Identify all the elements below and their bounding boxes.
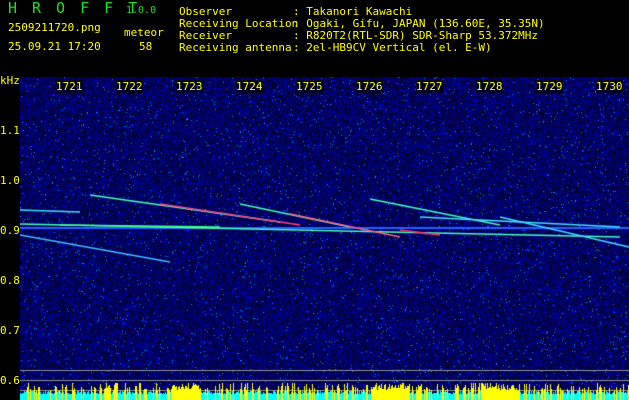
info-observer-label: Observer <box>179 5 232 18</box>
info-location-label: Receiving Location <box>179 17 299 30</box>
app-version: 1.0.0 <box>126 5 157 16</box>
x-tick-label: 1730 <box>596 80 623 93</box>
file-datetime: 25.09.21 17:20 <box>8 40 101 53</box>
x-tick-label: 1729 <box>536 80 563 93</box>
y-tick-label: 0.9 <box>0 224 20 237</box>
info-location-value: : Ogaki, Gifu, JAPAN (136.60E, 35.35N) <box>293 17 545 30</box>
x-tick-label: 1724 <box>236 80 263 93</box>
x-tick-label: 1728 <box>476 80 503 93</box>
y-tick-label: 0.7 <box>0 324 20 337</box>
file-name: 2509211720.png <box>8 21 101 34</box>
spectrogram <box>20 77 629 400</box>
y-tick-label: 1.1 <box>0 124 20 137</box>
x-tick-label: 1727 <box>416 80 443 93</box>
y-tick-label: 0.8 <box>0 274 20 287</box>
info-receiver-label: Receiver <box>179 29 232 42</box>
info-antenna-label: Receiving antenna <box>179 41 292 54</box>
info-receiver-value: : R820T2(RTL-SDR) SDR-Sharp 53.372MHz <box>293 29 539 42</box>
info-antenna-value: : 2el-HB9CV Vertical (el. E-W) <box>293 41 492 54</box>
x-tick-label: 1723 <box>176 80 203 93</box>
y-tick-label: 1.0 <box>0 174 20 187</box>
x-tick-label: 1722 <box>116 80 143 93</box>
y-tick-label: 0.6 <box>0 374 20 387</box>
x-tick-label: 1726 <box>356 80 383 93</box>
info-observer-value: : Takanori Kawachi <box>293 5 413 18</box>
meteor-count: 58 <box>139 40 153 53</box>
meteor-label: meteor <box>124 26 164 39</box>
x-tick-label: 1721 <box>56 80 83 93</box>
y-unit-label: kHz <box>0 74 20 87</box>
x-tick-label: 1725 <box>296 80 323 93</box>
